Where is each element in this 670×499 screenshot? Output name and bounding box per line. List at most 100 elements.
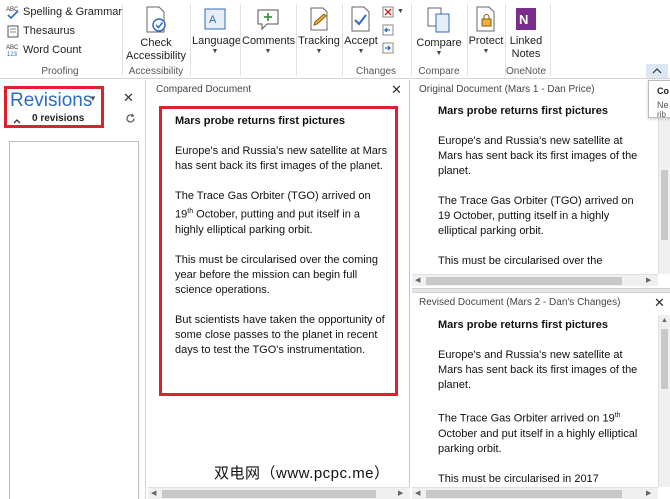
source-documents-column: Original Document (Mars 1 - Dan Price) M… bbox=[412, 80, 670, 499]
horizontal-scrollbar[interactable]: ◀ ▶ bbox=[412, 274, 658, 286]
original-document-header: Original Document (Mars 1 - Dan Price) bbox=[419, 84, 595, 95]
paragraph: Europe's and Russia's new satellite at M… bbox=[438, 349, 638, 391]
original-document-pane: Original Document (Mars 1 - Dan Price) M… bbox=[412, 80, 670, 288]
previous-change-button[interactable] bbox=[382, 24, 394, 36]
scroll-left-icon[interactable]: ◀ bbox=[415, 489, 420, 497]
scroll-right-icon[interactable]: ▶ bbox=[646, 489, 651, 497]
spelling-grammar-label: Spelling & Grammar bbox=[23, 6, 123, 18]
separator bbox=[240, 4, 241, 76]
scrollbar-thumb[interactable] bbox=[426, 490, 622, 498]
paragraph: This must be circularised over the bbox=[438, 255, 603, 267]
ribbon-tooltip: Co Ne rib bbox=[648, 80, 670, 119]
paragraph-text: October and put itself in a highly ellip… bbox=[438, 427, 638, 455]
scroll-left-icon[interactable]: ◀ bbox=[415, 276, 420, 284]
revisions-count: 0 revisions bbox=[32, 113, 85, 124]
collapse-ribbon-icon[interactable] bbox=[646, 64, 668, 78]
linked-label: Linked bbox=[509, 35, 543, 47]
thesaurus-icon bbox=[6, 24, 20, 38]
svg-text:ABC: ABC bbox=[6, 45, 19, 51]
comment-icon bbox=[255, 6, 281, 32]
linked-notes-button[interactable]: N Linked Notes bbox=[506, 6, 546, 61]
horizontal-scrollbar[interactable]: ◀ ▶ bbox=[148, 487, 410, 499]
vertical-scrollbar[interactable]: ▲ bbox=[658, 315, 670, 487]
reject-icon bbox=[382, 6, 394, 18]
chevron-down-icon: ▼ bbox=[357, 48, 365, 55]
revisions-list[interactable] bbox=[9, 141, 139, 499]
paragraph: The Trace Gas Orbiter arrived on 19th Oc… bbox=[438, 408, 638, 457]
chevron-down-icon: ▼ bbox=[435, 50, 443, 57]
word-count-button[interactable]: ABC 123 Word Count bbox=[6, 43, 82, 57]
chevron-down-icon: ▼ bbox=[211, 48, 219, 55]
scrollbar-thumb[interactable] bbox=[661, 170, 668, 240]
scroll-up-icon[interactable]: ▲ bbox=[661, 317, 668, 324]
thesaurus-label: Thesaurus bbox=[23, 25, 75, 37]
spelling-grammar-button[interactable]: ABC Spelling & Grammar bbox=[6, 5, 122, 19]
tooltip-text: Ne bbox=[657, 100, 669, 110]
tracking-button[interactable]: Tracking ▼ bbox=[297, 6, 341, 56]
tracking-label: Tracking bbox=[298, 35, 340, 47]
collapse-chevron-icon[interactable] bbox=[13, 115, 21, 127]
svg-text:123: 123 bbox=[7, 52, 18, 57]
day-number: 19 bbox=[175, 208, 188, 221]
chevron-down-icon: ▼ bbox=[264, 48, 272, 55]
language-button[interactable]: A Language ▼ bbox=[192, 6, 241, 56]
horizontal-scrollbar[interactable]: ◀ ▶ bbox=[412, 487, 658, 499]
revised-document-header: Revised Document (Mars 2 - Dan's Changes… bbox=[419, 297, 621, 308]
paragraph: The Trace Gas Orbiter (TGO) arrived on 1… bbox=[438, 195, 634, 237]
track-changes-icon bbox=[306, 6, 332, 32]
separator bbox=[190, 4, 191, 76]
paragraph: This must be circularised in 2017 bbox=[438, 472, 599, 485]
proofing-group-label: Proofing bbox=[41, 66, 79, 77]
accessibility-label: Accessibility bbox=[126, 50, 186, 62]
paragraph-text: The Trace Gas Orbiter arrived on 19 bbox=[438, 412, 615, 425]
accept-label: Accept bbox=[344, 35, 378, 47]
separator bbox=[122, 4, 123, 76]
language-icon: A bbox=[202, 6, 228, 32]
compared-document-header: Compared Document bbox=[156, 84, 252, 95]
revisions-dropdown-icon[interactable]: ▼ bbox=[89, 94, 97, 103]
comments-button[interactable]: Comments ▼ bbox=[242, 6, 295, 56]
next-change-button[interactable] bbox=[382, 42, 394, 54]
scroll-right-icon[interactable]: ▶ bbox=[646, 276, 651, 284]
scrollbar-thumb[interactable] bbox=[162, 490, 376, 498]
compare-button[interactable]: Compare ▼ bbox=[413, 6, 465, 58]
compare-label: Compare bbox=[416, 37, 462, 49]
svg-text:N: N bbox=[519, 12, 528, 27]
ribbon: ABC Spelling & Grammar Thesaurus ABC 123 … bbox=[0, 0, 670, 79]
watermark: 双电网（www.pcpc.me） bbox=[214, 465, 390, 482]
close-icon[interactable]: ✕ bbox=[654, 295, 665, 311]
thesaurus-button[interactable]: Thesaurus bbox=[6, 24, 75, 38]
check-accessibility-button[interactable]: Check Accessibility bbox=[124, 6, 188, 63]
paragraph: But scientists have taken the opportunit… bbox=[175, 313, 385, 356]
revisions-title: Revisions bbox=[10, 90, 93, 111]
close-icon[interactable]: ✕ bbox=[123, 90, 134, 106]
paragraph-text: The Trace Gas Orbiter (TGO) arrived on bbox=[175, 190, 371, 202]
close-icon[interactable]: ✕ bbox=[391, 82, 402, 98]
accessibility-group-label: Accessibility bbox=[128, 66, 184, 77]
scrollbar-thumb[interactable] bbox=[426, 277, 622, 285]
paragraph: Europe's and Russia's new satellite at M… bbox=[175, 145, 388, 172]
scroll-left-icon[interactable]: ◀ bbox=[151, 489, 156, 497]
original-document-body[interactable]: Mars probe returns first pictures Europe… bbox=[438, 104, 638, 272]
check-label: Check bbox=[140, 37, 172, 49]
document-title: Mars probe returns first pictures bbox=[438, 105, 608, 117]
chevron-down-icon: ▼ bbox=[315, 48, 323, 55]
chevron-down-icon: ▼ bbox=[397, 8, 404, 15]
accessibility-icon bbox=[143, 6, 169, 34]
compare-group-label: Compare bbox=[418, 66, 460, 77]
spelling-check-icon: ABC bbox=[6, 5, 20, 19]
lock-icon bbox=[474, 6, 498, 32]
accept-button[interactable]: Accept ▼ bbox=[343, 6, 379, 56]
refresh-icon[interactable] bbox=[125, 113, 136, 127]
compared-document-body[interactable]: Mars probe returns first pictures Europe… bbox=[175, 114, 390, 373]
accept-icon bbox=[349, 6, 373, 32]
compared-document-pane: Compared Document ✕ Mars probe returns f… bbox=[148, 80, 410, 499]
scrollbar-thumb[interactable] bbox=[661, 329, 668, 389]
reject-button[interactable]: ▼ bbox=[382, 6, 404, 18]
document-title: Mars probe returns first pictures bbox=[438, 319, 608, 331]
compare-icon bbox=[426, 6, 452, 34]
protect-button[interactable]: Protect ▼ bbox=[468, 6, 504, 56]
revised-document-body[interactable]: Mars probe returns first pictures Europe… bbox=[438, 318, 638, 486]
scroll-right-icon[interactable]: ▶ bbox=[398, 489, 403, 497]
language-label: Language bbox=[192, 35, 241, 47]
